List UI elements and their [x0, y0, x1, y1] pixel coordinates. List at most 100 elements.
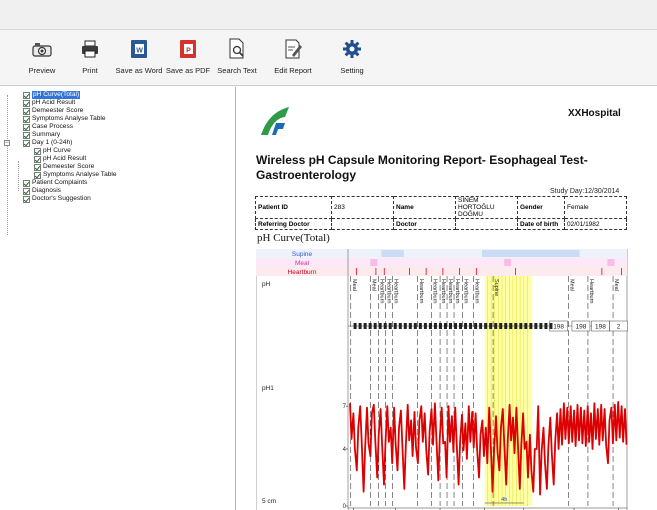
reflux-episode-mark: [519, 323, 523, 329]
reflux-episode-mark: [544, 323, 548, 329]
checkbox[interactable]: [34, 147, 41, 155]
reflux-episode-mark: [413, 323, 417, 329]
tree-item-summary[interactable]: Summary: [23, 131, 60, 139]
tree-item-day-1[interactable]: Day 1 (0-24h): [23, 139, 72, 147]
tree-item-label: Summary: [32, 131, 61, 138]
setting-button[interactable]: Setting: [334, 34, 370, 84]
tree-item-day1-symptoms-analyse-table[interactable]: Symptoms Analyse Table: [34, 171, 117, 179]
event-label: Heartburn: [447, 279, 453, 303]
doctor-label: Doctor: [393, 218, 456, 230]
hospital-name: XXHospital: [568, 108, 621, 119]
reflux-episode-mark: [358, 323, 362, 329]
reflux-episode-mark: [484, 323, 488, 329]
checkbox[interactable]: [23, 131, 30, 139]
checkbox[interactable]: [23, 91, 30, 99]
tree-item-patient-complaints[interactable]: Patient Complaints: [23, 179, 87, 187]
tree-item-ph-acid-result[interactable]: pH Acid Result: [23, 99, 75, 107]
tree-item-ph-curve-total[interactable]: pH Curve(Total): [23, 91, 81, 99]
event-label: Meal: [370, 279, 376, 291]
save-as-word-button[interactable]: W Save as Word: [114, 34, 164, 84]
edit-report-button[interactable]: Edit Report: [272, 34, 314, 84]
report-outline-tree: pH Curve(Total) pH Acid Result Demeester…: [0, 87, 236, 510]
tree-item-day1-ph-acid-result[interactable]: pH Acid Result: [34, 155, 86, 163]
reflux-episode-mark: [388, 323, 392, 329]
tree-guide-line: [7, 95, 8, 235]
reflux-episode-mark: [504, 323, 508, 329]
checkbox[interactable]: [23, 139, 30, 147]
svg-text:P: P: [186, 48, 191, 55]
meal-marker: [370, 259, 378, 266]
print-label: Print: [82, 66, 98, 75]
tree-item-case-process[interactable]: Case Process: [23, 123, 73, 131]
report-title: Wireless pH Capsule Monitoring Report- E…: [256, 153, 588, 182]
reflux-episode-mark: [464, 323, 468, 329]
checkbox[interactable]: [23, 123, 30, 131]
meal-row: [256, 258, 627, 267]
tree-item-symptoms-analyse-table[interactable]: Symptoms Analyse Table: [23, 115, 106, 123]
tree-item-label: Doctor's Suggestion: [32, 195, 91, 202]
reflux-episode-mark: [454, 323, 458, 329]
tree-item-label: pH Acid Result: [43, 155, 87, 162]
print-button[interactable]: Print: [74, 34, 106, 84]
tree-item-label: Demeester Score: [43, 163, 95, 170]
setting-label: Setting: [340, 66, 364, 75]
collapse-toggle[interactable]: −: [4, 140, 10, 146]
checkbox[interactable]: [34, 163, 41, 171]
event-label: Heartburn: [454, 279, 460, 303]
checkbox[interactable]: [23, 99, 30, 107]
tree-item-label: pH Curve: [43, 147, 71, 154]
study-day: Study Day:12/30/2014: [550, 188, 620, 195]
band-label-meal: Meal: [295, 260, 310, 267]
tree-item-day1-demeester-score[interactable]: Demeester Score: [34, 163, 94, 171]
word-icon: W: [131, 40, 147, 58]
search-document-icon: [229, 38, 244, 59]
tree-item-label: Patient Complaints: [32, 179, 88, 186]
referring-doctor-value: [331, 218, 394, 230]
band-label-supine: Supine: [292, 251, 313, 258]
tree-item-label: Day 1 (0-24h): [32, 139, 73, 146]
chart-title: pH Curve(Total): [257, 232, 330, 244]
channel-label-ph1: pH1: [262, 385, 274, 392]
reflux-episode-mark: [378, 323, 382, 329]
checkbox[interactable]: [23, 179, 30, 187]
reflux-episode-mark: [373, 323, 377, 329]
checkbox[interactable]: [23, 195, 30, 203]
reflux-count: 198: [595, 324, 606, 331]
reflux-episode-mark: [383, 323, 387, 329]
reflux-episode-mark: [393, 323, 397, 329]
checkbox[interactable]: [34, 155, 41, 163]
svg-text:W: W: [136, 48, 143, 55]
checkbox[interactable]: [23, 187, 30, 195]
preview-button[interactable]: Preview: [22, 34, 62, 84]
tree-item-diagnosis[interactable]: Diagnosis: [23, 187, 61, 195]
event-label: Heartburn: [379, 279, 385, 303]
save-as-pdf-button[interactable]: P Save as PDF: [165, 34, 211, 84]
reflux-episode-mark: [408, 323, 412, 329]
checkbox[interactable]: [23, 107, 30, 115]
tree-item-label: Case Process: [32, 123, 74, 130]
reflux-episode-mark: [534, 323, 538, 329]
reflux-count: 2: [617, 324, 621, 331]
reflux-episode-mark: [529, 323, 533, 329]
dob-label: Date of birth: [517, 218, 565, 230]
tree-item-demeester-score[interactable]: Demeester Score: [23, 107, 83, 115]
tree-item-label: Symptoms Analyse Table: [43, 171, 117, 178]
tree-guide-line: [18, 161, 19, 191]
reflux-episode-mark: [479, 323, 483, 329]
reflux-episode-mark: [368, 323, 372, 329]
event-label: Heartburn: [588, 279, 594, 303]
tree-item-doctors-suggestion[interactable]: Doctor's Suggestion: [23, 195, 91, 203]
reflux-count: 198: [553, 324, 564, 331]
search-text-button[interactable]: Search Text: [216, 34, 258, 84]
meal-marker: [607, 259, 615, 266]
search-text-label: Search Text: [217, 66, 257, 75]
checkbox[interactable]: [34, 171, 41, 179]
checkbox[interactable]: [23, 115, 30, 123]
reflux-episode-mark: [539, 323, 543, 329]
band-label-heartburn: Heartburn: [288, 269, 317, 276]
tree-item-label: pH Acid Result: [32, 99, 76, 106]
reflux-episode-mark: [438, 323, 442, 329]
reflux-episode-mark: [418, 323, 422, 329]
reflux-episode-mark: [363, 323, 367, 329]
tree-item-day1-ph-curve[interactable]: pH Curve: [34, 147, 71, 155]
